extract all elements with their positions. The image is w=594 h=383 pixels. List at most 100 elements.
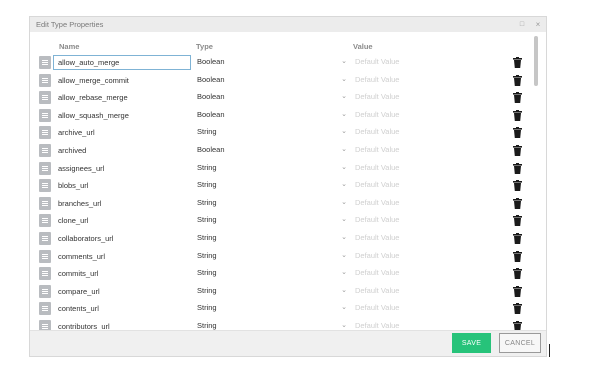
property-type-select[interactable]: String ⌄ <box>193 196 350 211</box>
property-row: allow_merge_commit Boolean ⌄ Default Value <box>30 72 530 89</box>
property-name-input[interactable]: collaborators_url <box>53 231 191 246</box>
close-icon[interactable]: × <box>530 20 546 29</box>
trash-icon[interactable] <box>513 250 522 262</box>
drag-handle-icon[interactable] <box>39 179 51 193</box>
property-type-select[interactable]: String ⌄ <box>193 161 350 176</box>
trash-icon[interactable] <box>513 268 522 280</box>
drag-handle-icon[interactable] <box>39 108 51 122</box>
property-type-select[interactable]: String ⌄ <box>193 249 350 264</box>
property-value-input[interactable]: Default Value <box>351 266 505 281</box>
chevron-down-icon: ⌄ <box>341 181 347 189</box>
property-name-input[interactable]: comments_url <box>53 248 191 264</box>
property-value-input[interactable]: Default Value <box>351 143 505 158</box>
drag-handle-icon[interactable] <box>39 267 51 281</box>
property-type-select[interactable]: Boolean ⌄ <box>193 90 350 105</box>
property-type-select[interactable]: String ⌄ <box>193 178 350 193</box>
property-value-input[interactable]: Default Value <box>351 178 505 193</box>
property-name-input[interactable]: contents_url <box>53 301 191 317</box>
property-value-input[interactable]: Default Value <box>351 55 505 70</box>
dialog-footer: SAVE CANCEL <box>30 330 546 356</box>
property-value-input[interactable]: Default Value <box>351 284 505 299</box>
trash-icon[interactable] <box>513 303 522 315</box>
property-name-input[interactable]: allow_squash_merge <box>53 107 191 123</box>
property-type-select[interactable]: String ⌄ <box>193 213 350 228</box>
chevron-down-icon: ⌄ <box>341 251 347 259</box>
property-row: archived Boolean ⌄ Default Value <box>30 143 530 159</box>
property-type-select[interactable]: Boolean ⌄ <box>193 108 350 123</box>
property-value-input[interactable]: Default Value <box>351 249 505 264</box>
drag-handle-icon[interactable] <box>39 232 51 245</box>
trash-icon[interactable] <box>513 145 522 156</box>
property-row: compare_url String ⌄ Default Value <box>30 283 530 300</box>
property-type-select[interactable]: Boolean ⌄ <box>193 73 350 88</box>
drag-handle-icon[interactable] <box>39 144 51 157</box>
chevron-down-icon: ⌄ <box>341 58 347 65</box>
property-name-input[interactable]: allow_merge_commit <box>53 72 191 88</box>
trash-icon[interactable] <box>513 92 522 104</box>
trash-icon[interactable] <box>513 162 522 174</box>
property-name-input[interactable]: clone_url <box>53 213 191 229</box>
chevron-down-icon: ⌄ <box>341 146 347 153</box>
property-row: contents_url String ⌄ Default Value <box>30 301 530 317</box>
property-name-input[interactable]: commits_url <box>53 266 191 282</box>
drag-handle-icon[interactable] <box>39 249 51 263</box>
property-type-value: String <box>197 197 217 207</box>
cancel-button[interactable]: CANCEL <box>499 333 541 353</box>
property-row: allow_rebase_merge Boolean ⌄ Default Value <box>30 90 530 106</box>
trash-icon[interactable] <box>513 233 522 244</box>
property-name-input[interactable]: allow_auto_merge <box>53 55 191 70</box>
drag-handle-icon[interactable] <box>39 56 51 69</box>
property-value-input[interactable]: Default Value <box>351 90 505 105</box>
property-value-input[interactable]: Default Value <box>351 161 505 176</box>
property-value-input[interactable]: Default Value <box>351 231 505 246</box>
drag-handle-icon[interactable] <box>39 161 51 175</box>
property-name-input[interactable]: archived <box>53 143 191 158</box>
drag-handle-icon[interactable] <box>39 73 51 87</box>
trash-icon[interactable] <box>513 109 522 121</box>
property-value-input[interactable]: Default Value <box>351 125 505 140</box>
property-type-select[interactable]: String ⌄ <box>193 125 350 140</box>
trash-icon[interactable] <box>513 215 522 227</box>
property-name-input[interactable]: compare_url <box>53 283 191 299</box>
maximize-icon[interactable]: □ <box>514 21 530 28</box>
dialog-title: Edit Type Properties <box>36 20 104 29</box>
property-name-input[interactable]: archive_url <box>53 125 191 141</box>
property-type-select[interactable]: String ⌄ <box>193 284 350 299</box>
scrollbar[interactable] <box>533 36 539 328</box>
property-type-select[interactable]: String ⌄ <box>193 231 350 246</box>
property-type-select[interactable]: String ⌄ <box>193 301 350 316</box>
property-row: collaborators_url String ⌄ Default Value <box>30 231 530 247</box>
drag-handle-icon[interactable] <box>39 196 51 210</box>
trash-icon[interactable] <box>513 197 522 209</box>
property-type-select[interactable]: Boolean ⌄ <box>193 55 350 70</box>
trash-icon[interactable] <box>513 57 522 68</box>
trash-icon[interactable] <box>513 127 522 139</box>
property-value-input[interactable]: Default Value <box>351 108 505 123</box>
trash-icon[interactable] <box>513 180 522 192</box>
save-button[interactable]: SAVE <box>452 333 491 353</box>
property-row: archive_url String ⌄ Default Value <box>30 125 530 141</box>
property-type-value: String <box>197 303 217 313</box>
edit-type-properties-dialog: Edit Type Properties □ × Name Type Value… <box>29 16 547 357</box>
property-type-select[interactable]: String ⌄ <box>193 266 350 281</box>
drag-handle-icon[interactable] <box>39 302 51 316</box>
property-name-input[interactable]: allow_rebase_merge <box>53 90 191 106</box>
property-row: branches_url String ⌄ Default Value <box>30 195 530 212</box>
property-row: allow_auto_merge Boolean ⌄ Default Value <box>30 55 530 71</box>
property-name-input[interactable]: assignees_url <box>53 160 191 176</box>
property-type-select[interactable]: Boolean ⌄ <box>193 143 350 158</box>
drag-handle-icon[interactable] <box>39 214 51 228</box>
property-value-input[interactable]: Default Value <box>351 213 505 228</box>
drag-handle-icon[interactable] <box>39 91 51 105</box>
scrollbar-thumb[interactable] <box>534 36 538 86</box>
trash-icon[interactable] <box>513 74 522 86</box>
text-cursor <box>549 344 550 357</box>
property-value-input[interactable]: Default Value <box>351 301 505 316</box>
property-value-input[interactable]: Default Value <box>351 196 505 211</box>
property-name-input[interactable]: branches_url <box>53 195 191 211</box>
trash-icon[interactable] <box>513 285 522 297</box>
drag-handle-icon[interactable] <box>39 126 51 140</box>
drag-handle-icon[interactable] <box>39 284 51 298</box>
property-name-input[interactable]: blobs_url <box>53 178 191 194</box>
property-value-input[interactable]: Default Value <box>351 73 505 88</box>
